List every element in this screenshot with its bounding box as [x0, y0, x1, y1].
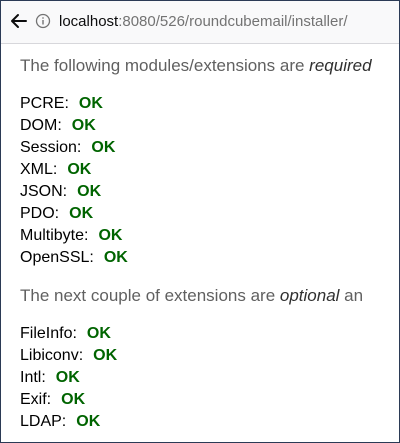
- optional-check-list: FileInfo: OK Libiconv: OK Intl: OK Exif: OK LDAP…: [20, 323, 399, 433]
- status-ok: OK: [67, 161, 92, 178]
- optional-intro: The next couple of extensions are option…: [20, 285, 399, 307]
- info-icon[interactable]: [35, 13, 51, 29]
- status-ok: OK: [98, 227, 123, 244]
- url-text[interactable]: localhost:8080/526/roundcubemail/install…: [59, 13, 348, 30]
- status-ok: OK: [76, 413, 101, 430]
- status-ok: OK: [103, 249, 128, 266]
- status-ok: OK: [86, 325, 111, 342]
- module-name: Multibyte:: [20, 227, 89, 244]
- status-ok: OK: [55, 369, 80, 386]
- check-row: FileInfo: OK: [20, 323, 399, 345]
- status-ok: OK: [93, 347, 118, 364]
- check-row: Intl: OK: [20, 367, 399, 389]
- status-ok: OK: [71, 117, 96, 134]
- check-row: PCRE: OK: [20, 93, 399, 115]
- module-name: Exif:: [20, 391, 52, 408]
- url-path: :8080/526/roundcubemail/installer/: [118, 12, 348, 30]
- page-content: The following modules/extensions are req…: [20, 55, 399, 433]
- module-name: OpenSSL:: [20, 249, 94, 266]
- optional-intro-tail: an: [339, 286, 364, 305]
- check-row: XML: OK: [20, 159, 399, 181]
- check-row: Session: OK: [20, 137, 399, 159]
- browser-window: localhost:8080/526/roundcubemail/install…: [0, 0, 400, 443]
- check-row: JSON: OK: [20, 181, 399, 203]
- required-emphasis: required: [309, 56, 372, 75]
- status-ok: OK: [78, 95, 103, 112]
- check-row: Exif: OK: [20, 389, 399, 411]
- module-name: Session:: [20, 139, 82, 156]
- module-name: PDO:: [20, 205, 60, 222]
- optional-intro-text: The next couple of extensions are: [20, 286, 280, 305]
- module-name: JSON:: [20, 183, 68, 200]
- status-ok: OK: [69, 205, 94, 222]
- module-name: FileInfo:: [20, 325, 77, 342]
- module-name: XML:: [20, 161, 58, 178]
- check-row: Multibyte: OK: [20, 225, 399, 247]
- status-ok: OK: [61, 391, 86, 408]
- required-check-list: PCRE: OK DOM: OK Session: OK XML: OK JSON: OK PDO:…: [20, 93, 399, 269]
- module-name: Intl:: [20, 369, 46, 386]
- browser-toolbar: localhost:8080/526/roundcubemail/install…: [1, 1, 399, 44]
- required-intro: The following modules/extensions are req…: [20, 55, 399, 77]
- module-name: Libiconv:: [20, 347, 84, 364]
- required-intro-text: The following modules/extensions are: [20, 56, 310, 75]
- back-button[interactable]: [7, 9, 31, 33]
- check-row: LDAP: OK: [20, 411, 399, 433]
- module-name: LDAP:: [20, 413, 67, 430]
- module-name: PCRE:: [20, 95, 69, 112]
- optional-emphasis: optional: [279, 286, 340, 305]
- back-arrow-icon: [11, 14, 27, 28]
- status-ok: OK: [77, 183, 102, 200]
- check-row: PDO: OK: [20, 203, 399, 225]
- url-host: localhost: [59, 12, 119, 30]
- check-row: DOM: OK: [20, 115, 399, 137]
- status-ok: OK: [91, 139, 116, 156]
- module-name: DOM:: [20, 117, 62, 134]
- check-row: OpenSSL: OK: [20, 247, 399, 269]
- address-bar[interactable]: localhost:8080/526/roundcubemail/install…: [31, 7, 399, 35]
- check-row: Libiconv: OK: [20, 345, 399, 367]
